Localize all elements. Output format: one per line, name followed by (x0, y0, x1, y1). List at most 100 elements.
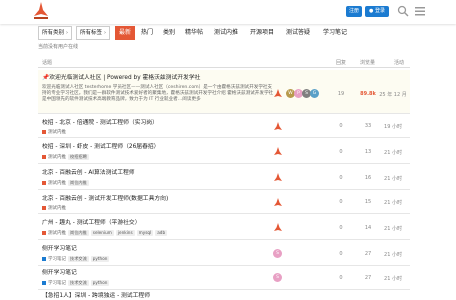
topic-category[interactable]: 学习笔记 技术交流 python (42, 256, 110, 262)
category-color-icon (42, 130, 46, 134)
table-row[interactable]: 侧开学习笔记 学习笔记 技术交流 python S 0 27 21 小时 (38, 242, 410, 266)
person-icon: ● (369, 8, 374, 14)
category-logo-icon (274, 173, 282, 181)
reply-count: 0 (339, 123, 343, 129)
category-dropdown[interactable]: 所有类别 › (38, 26, 72, 40)
activity-time[interactable]: 21 小时 (376, 275, 410, 282)
reply-count: 0 (339, 175, 343, 181)
category-color-icon (42, 281, 46, 285)
view-count: 15 (364, 199, 372, 205)
avatar[interactable]: S (273, 249, 282, 258)
site-logo[interactable] (32, 1, 50, 21)
view-count: 14 (364, 225, 372, 231)
table-row[interactable]: 广州 - 趣丸 - 测试工程师（平游社交） 测试内推 岗位内推 selenium… (38, 216, 410, 240)
table-row[interactable]: 校招 - 深圳 - 虾皮 - 测试工程师（26届春招） 测试内推 校招招聘 0 … (38, 140, 410, 164)
tab-categories[interactable]: 类别 (159, 26, 179, 40)
chevron-right-icon: › (66, 30, 68, 36)
view-count: 27 (364, 251, 372, 257)
topic-title[interactable]: 校招 - 深圳 - 虾皮 - 测试工程师（26届春招） (42, 144, 159, 151)
header-replies[interactable]: 回复 (336, 59, 346, 66)
topic-title[interactable]: 北京 - 百融云创 - AI算法测试工程师 (42, 170, 135, 177)
tab-hot[interactable]: 热门 (137, 26, 157, 40)
table-row[interactable]: 北京 - 百融云创 - AI算法测试工程师 测试内推 岗位内推 0 16 21 … (38, 166, 410, 190)
topic-category[interactable]: 测试内推 岗位内推 (42, 180, 89, 186)
reply-count: 0 (339, 149, 343, 155)
topic-tag[interactable]: 岗位内推 (68, 230, 89, 236)
tab-open-source[interactable]: 开源项目 (246, 26, 278, 40)
activity-time[interactable]: 21 小时 (376, 199, 410, 206)
avatar[interactable]: S (273, 273, 282, 282)
topic-tag[interactable]: adb (155, 230, 168, 236)
topic-tag[interactable]: mysql (136, 230, 154, 236)
tab-qa[interactable]: 测试答疑 (282, 26, 314, 40)
hamburger-menu-icon[interactable] (414, 5, 426, 17)
topic-tag[interactable]: 技术交流 (68, 256, 89, 262)
category-logo-icon (274, 89, 282, 97)
table-row-pinned[interactable]: 📌欢迎光临测试人社区 | Powered by 霍格沃兹测试开发学社 欢迎光临测… (38, 70, 410, 114)
category-logo-icon (274, 223, 282, 231)
scrollbar[interactable] (450, 24, 456, 300)
view-count: 27 (364, 275, 372, 281)
category-logo-icon (274, 122, 282, 130)
topic-title[interactable]: 北京 - 百融云创 - 测试开发工程师(数据工具方向) (42, 196, 168, 203)
topic-title[interactable]: 广州 - 趣丸 - 测试工程师（平游社交） (42, 220, 141, 227)
topic-tag[interactable]: 校招招聘 (68, 154, 89, 160)
view-count: 16 (364, 175, 372, 181)
activity-time[interactable]: 21 小时 (376, 225, 410, 232)
online-users-banner: 当前没有用户在线 (38, 44, 79, 50)
topic-tag[interactable]: jenkins (115, 230, 135, 236)
topic-tag[interactable]: 技术交流 (68, 280, 89, 286)
tab-latest[interactable]: 最新 (115, 26, 135, 40)
header-topic[interactable]: 话题 (42, 59, 52, 66)
tab-featured[interactable]: 精华帖 (181, 26, 207, 40)
topic-tag[interactable]: selenium (90, 230, 114, 236)
topic-category[interactable]: 学习笔记 技术交流 python (42, 280, 110, 286)
topic-title[interactable]: 📌欢迎光临测试人社区 | Powered by 霍格沃兹测试开发学社 (42, 75, 200, 82)
table-row[interactable]: 校招 - 北京 - 倍通院 - 测试工程师（实习岗） 测试内推 0 33 19 … (38, 116, 410, 138)
category-color-icon (42, 231, 46, 235)
topic-list-header: 话题 回复 浏览量 活动 (38, 56, 410, 68)
view-count: 13 (364, 149, 372, 155)
topic-tag[interactable]: 岗位内推 (68, 180, 89, 186)
activity-time[interactable]: 25 年 12 月 (376, 91, 410, 98)
topic-title[interactable]: 侧开学习笔记 (42, 270, 77, 277)
reply-count: 19 (337, 91, 345, 97)
table-row[interactable]: 侧开学习笔记 学习笔记 技术交流 python S 0 27 21 小时 (38, 266, 410, 290)
view-count: 89.8k (360, 91, 376, 97)
category-logo-icon (274, 147, 282, 155)
header-activity[interactable]: 活动 (394, 59, 404, 66)
topic-category[interactable]: 测试内推 (42, 205, 66, 211)
tab-study-notes[interactable]: 学习笔记 (318, 26, 352, 40)
chevron-right-icon: › (104, 30, 106, 36)
activity-time[interactable]: 21 小时 (376, 175, 410, 182)
topic-tag[interactable]: python (90, 280, 110, 286)
avatar[interactable]: G (310, 89, 319, 98)
table-row[interactable]: 北京 - 百融云创 - 测试开发工程师(数据工具方向) 测试内推 0 15 21… (38, 192, 410, 214)
login-button[interactable]: ● 登录 (365, 6, 389, 17)
topic-excerpt: 欢迎光临测试人社区 testerhome 学员社区——测试人社区（ceshire… (42, 85, 274, 102)
view-count: 33 (364, 123, 372, 129)
topic-tag[interactable]: python (90, 256, 110, 262)
activity-time[interactable]: 21 小时 (376, 149, 410, 156)
reply-count: 0 (339, 251, 343, 257)
signup-button[interactable]: 注册 (346, 6, 362, 17)
topic-title[interactable]: 侧开学习笔记 (42, 246, 77, 253)
topic-category[interactable]: 测试内推 (42, 129, 66, 135)
category-color-icon (42, 206, 46, 210)
table-row[interactable]: 【急招1人】深圳 - 跨境独运 - 测试工程师 (38, 290, 410, 300)
activity-time[interactable]: 21 小时 (376, 251, 410, 258)
category-dropdown-value: 所有类别 (42, 30, 65, 36)
category-color-icon (42, 155, 46, 159)
tag-dropdown[interactable]: 所有标签 › (76, 26, 110, 40)
topic-category[interactable]: 测试内推 校招招聘 (42, 154, 89, 160)
topic-title[interactable]: 校招 - 北京 - 倍通院 - 测试工程师（实习岗） (42, 120, 158, 127)
header-views[interactable]: 浏览量 (360, 59, 375, 66)
topic-title[interactable]: 【急招1人】深圳 - 跨境独运 - 测试工程师 (42, 293, 150, 300)
activity-time[interactable]: 19 小时 (376, 123, 410, 130)
reply-count: 0 (339, 225, 343, 231)
reply-count: 0 (339, 199, 343, 205)
tab-referrals[interactable]: 测试内推 (209, 26, 243, 40)
search-icon[interactable] (397, 5, 409, 17)
topic-category[interactable]: 测试内推 岗位内推 selenium jenkins mysql adb (42, 230, 168, 236)
login-label: 登录 (374, 8, 385, 14)
